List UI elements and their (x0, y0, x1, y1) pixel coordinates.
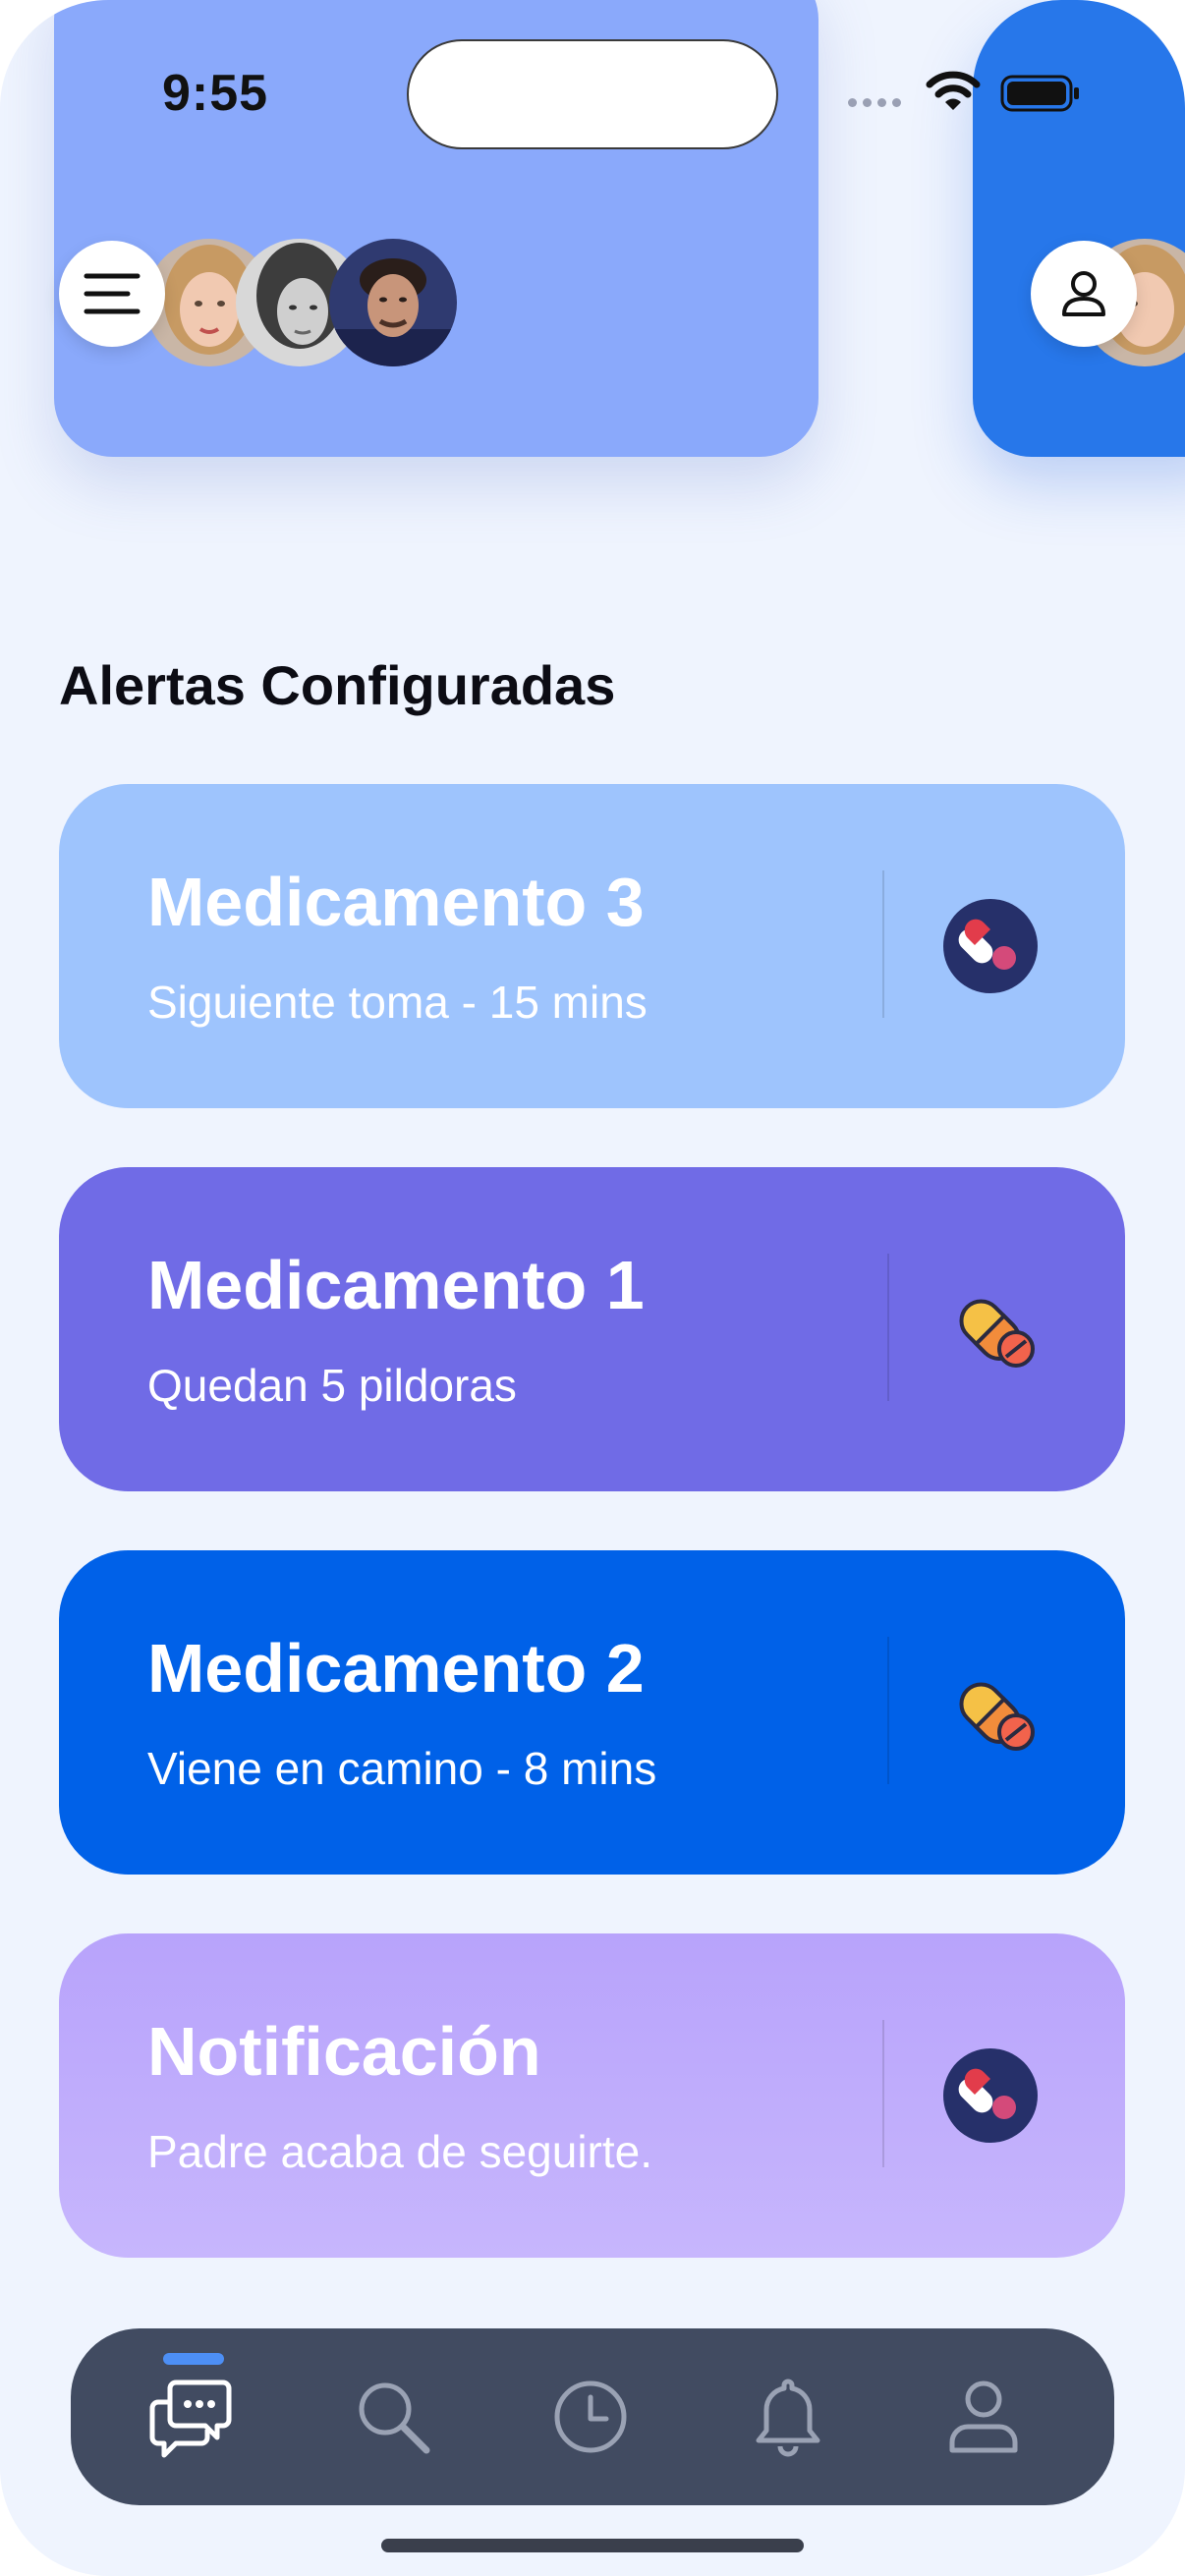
card-subtitle: Viene en camino - 8 mins (147, 1743, 657, 1794)
card-divider (887, 1637, 889, 1784)
card-title: Medicamento 2 (147, 1630, 645, 1707)
cellular-signal-icon (848, 98, 901, 107)
phone-screen: 9:55 Alertas Configuradas Medicamento 3 … (0, 0, 1185, 2576)
card-subtitle: Quedan 5 pildoras (147, 1360, 517, 1411)
alert-card-medicamento-3[interactable]: Medicamento 3 Siguiente toma - 15 mins (59, 784, 1125, 1108)
bottom-tab-bar (71, 2328, 1114, 2505)
card-divider (882, 2020, 884, 2167)
battery-icon (1000, 75, 1079, 112)
capsule-icon (959, 1299, 1035, 1368)
active-tab-indicator (163, 2353, 224, 2365)
tab-profile[interactable] (925, 2328, 1043, 2505)
card-title: Notificación (147, 2013, 541, 2090)
card-title: Medicamento 1 (147, 1247, 645, 1323)
tab-search[interactable] (334, 2328, 452, 2505)
wifi-icon (926, 71, 981, 110)
alert-card-medicamento-1[interactable]: Medicamento 1 Quedan 5 pildoras (59, 1167, 1125, 1491)
section-title: Alertas Configuradas (59, 654, 616, 716)
pills-icon (943, 2048, 1038, 2143)
home-indicator (381, 2539, 804, 2552)
search-icon (359, 2382, 430, 2454)
clock-icon (554, 2380, 627, 2453)
user-icon (1062, 271, 1105, 316)
card-divider (887, 1254, 889, 1401)
card-subtitle: Padre acaba de seguirte. (147, 2126, 653, 2177)
card-divider (882, 870, 884, 1018)
capsule-icon (959, 1682, 1035, 1751)
bell-icon (756, 2379, 820, 2457)
card-subtitle: Siguiente toma - 15 mins (147, 977, 648, 1028)
menu-button[interactable] (59, 241, 165, 347)
chat-icon (149, 2380, 232, 2458)
profile-button[interactable] (1031, 241, 1137, 347)
dynamic-island (407, 39, 778, 149)
status-time: 9:55 (162, 65, 269, 122)
alert-card-medicamento-2[interactable]: Medicamento 2 Viene en camino - 8 mins (59, 1550, 1125, 1875)
user-icon (949, 2380, 1018, 2453)
card-title: Medicamento 3 (147, 864, 645, 940)
hamburger-menu-icon (84, 273, 141, 314)
alert-card-notificacion[interactable]: Notificación Padre acaba de seguirte. (59, 1933, 1125, 2258)
tab-notifications[interactable] (729, 2328, 847, 2505)
pills-icon (943, 899, 1038, 993)
tab-history[interactable] (532, 2328, 649, 2505)
header-card-secondary[interactable] (973, 0, 1185, 457)
avatar-3[interactable] (329, 239, 457, 366)
